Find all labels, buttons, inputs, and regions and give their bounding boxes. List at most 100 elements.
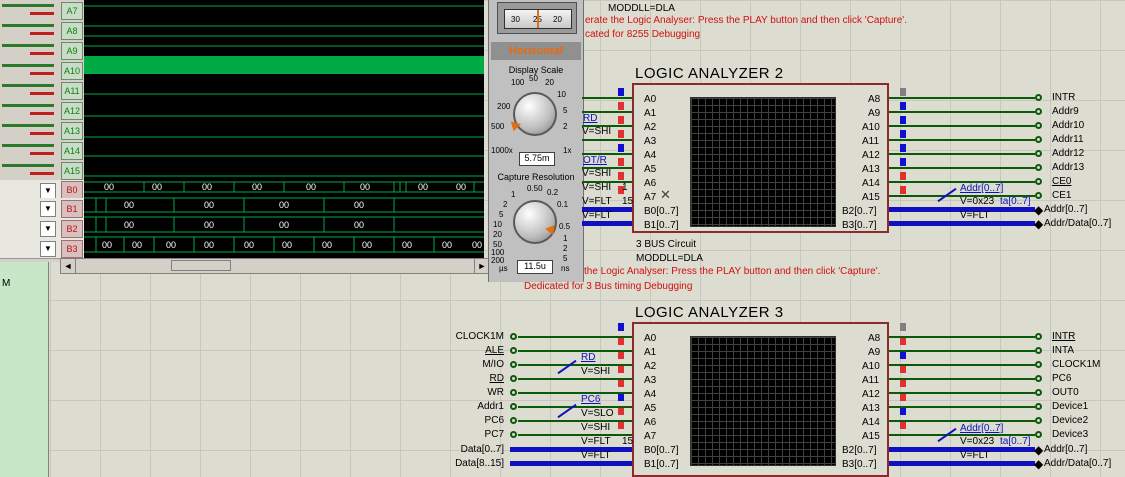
terminal-icon[interactable] xyxy=(1035,389,1042,396)
terminal-icon[interactable] xyxy=(1035,94,1042,101)
probe-label[interactable]: OT/R xyxy=(583,155,607,166)
bus-terminal-icon[interactable]: ◆ xyxy=(1034,217,1043,231)
terminal-icon[interactable] xyxy=(510,361,517,368)
chevron-down-icon[interactable]: ▼ xyxy=(40,241,56,257)
terminal-icon[interactable] xyxy=(510,375,517,382)
bus-tag[interactable]: B3 xyxy=(61,240,83,258)
bus-tag[interactable]: B1 xyxy=(61,200,83,218)
terminal-icon[interactable] xyxy=(1035,403,1042,410)
scroll-left-icon[interactable]: ◄ xyxy=(61,259,76,273)
channel-tag[interactable]: A14 xyxy=(61,142,83,160)
scale-tick: 2 xyxy=(563,122,568,131)
net-label: Device3 xyxy=(1052,429,1089,440)
channel-row[interactable]: A15 xyxy=(0,160,84,181)
probe-label[interactable]: Addr[0..7] xyxy=(960,183,1003,194)
vertical-dial[interactable]: 30 25 20 xyxy=(497,2,577,34)
chevron-down-icon[interactable]: ▼ xyxy=(40,183,56,199)
chevron-down-icon[interactable]: ▼ xyxy=(40,221,56,237)
channel-tag[interactable]: A8 xyxy=(61,22,83,40)
capture-resolution-dial[interactable]: 0.50 0.2 0.1 1 2 5 10 20 50 100 200 0.5 … xyxy=(491,184,573,265)
logic-analyzer-2[interactable]: A0 A1 A2 A3 A4 A5 A6 A7 B0[0..7] B1[0..7… xyxy=(632,83,889,233)
logic-analyzer-3[interactable]: A0 A1 A2 A3 A4 A5 A6 A7 B0[0..7] B1[0..7… xyxy=(632,322,889,477)
channel-row[interactable]: A13 xyxy=(0,120,84,141)
terminal-icon[interactable] xyxy=(1035,347,1042,354)
bus-value: 00 xyxy=(252,182,262,192)
display-scale-value: 5.75m xyxy=(519,152,555,166)
terminal-icon[interactable] xyxy=(510,431,517,438)
terminal-icon[interactable] xyxy=(1035,431,1042,438)
terminal-icon[interactable] xyxy=(510,417,517,424)
terminal-icon[interactable] xyxy=(1035,333,1042,340)
pin-label: A14 xyxy=(862,178,880,189)
pin-label: B2[0..7] xyxy=(842,206,877,217)
channel-row[interactable]: A7 xyxy=(0,0,84,21)
display-scale-dial[interactable]: 100 50 20 10 5 2 1x 1000x 500 200 xyxy=(491,74,573,155)
channel-tag[interactable]: A10 xyxy=(61,62,83,80)
terminal-icon[interactable] xyxy=(1035,375,1042,382)
pin-label: B1[0..7] xyxy=(644,220,679,231)
terminal-icon[interactable] xyxy=(1035,136,1042,143)
probe-label[interactable]: RD xyxy=(581,352,595,363)
terminal-icon[interactable] xyxy=(1035,178,1042,185)
channel-row[interactable]: A14 xyxy=(0,140,84,161)
display-scale-knob[interactable] xyxy=(513,92,557,136)
wire xyxy=(889,420,1035,422)
scroll-right-icon[interactable]: ► xyxy=(474,259,489,273)
probe-label[interactable]: Addr[0..7] xyxy=(960,423,1003,434)
terminal-icon[interactable] xyxy=(510,403,517,410)
channel-tag[interactable]: A15 xyxy=(61,162,83,180)
resolution-tick: 5 xyxy=(499,210,504,219)
channel-tag[interactable]: A11 xyxy=(61,82,83,100)
channel-row[interactable]: A11 xyxy=(0,80,84,101)
signal-high-band xyxy=(84,56,484,74)
bus-row[interactable]: ▼ B0 xyxy=(0,180,84,199)
pin-label: A9 xyxy=(868,108,881,119)
channel-tag[interactable]: A7 xyxy=(61,2,83,20)
bus-tag[interactable]: B2 xyxy=(61,220,83,238)
bus-value: 00 xyxy=(442,240,452,250)
bus-value: 00 xyxy=(322,240,332,250)
pin-state-indicator xyxy=(900,186,906,194)
channel-row[interactable]: A12 xyxy=(0,100,84,121)
channel-trace xyxy=(2,24,54,27)
pin-state-indicator xyxy=(900,158,906,166)
probe-label: V=SHI xyxy=(581,422,611,433)
terminal-icon[interactable] xyxy=(1035,417,1042,424)
channel-tag[interactable]: A13 xyxy=(61,122,83,140)
terminal-icon[interactable] xyxy=(510,389,517,396)
waveform-display[interactable]: 00 00 00 00 00 00 00 00 00 00 00 00 00 0… xyxy=(84,0,484,258)
model-label: MODDLL=DLA xyxy=(636,253,703,264)
probe-label: 15 xyxy=(622,196,634,207)
bus-terminal-icon[interactable]: ◆ xyxy=(1034,203,1043,217)
horizontal-scrollbar[interactable]: ◄ ► xyxy=(60,258,490,274)
bus-row[interactable]: ▼ B3 xyxy=(0,238,84,259)
terminal-icon[interactable] xyxy=(1035,361,1042,368)
probe-label[interactable]: RD xyxy=(583,113,597,124)
chevron-down-icon[interactable]: ▼ xyxy=(40,201,56,217)
channel-tag[interactable]: A9 xyxy=(61,42,83,60)
bus-terminal-icon[interactable]: ◆ xyxy=(1034,443,1043,457)
channel-row[interactable]: A10 xyxy=(0,60,84,81)
terminal-icon[interactable] xyxy=(1035,122,1042,129)
terminal-icon[interactable] xyxy=(1035,150,1042,157)
terminal-icon[interactable] xyxy=(1035,108,1042,115)
terminal-icon[interactable] xyxy=(510,333,517,340)
scrollbar-thumb[interactable] xyxy=(171,260,231,271)
net-label: Addr10 xyxy=(1052,120,1085,131)
bus-terminal-icon[interactable]: ◆ xyxy=(1034,457,1043,471)
terminal-icon[interactable] xyxy=(510,347,517,354)
bus-row[interactable]: ▼ B2 xyxy=(0,218,84,239)
resolution-tick: 1 xyxy=(511,190,516,199)
net-label: Addr11 xyxy=(1052,134,1084,145)
channel-row[interactable]: A9 xyxy=(0,40,84,61)
probe-label: V=SHI xyxy=(582,126,612,137)
pin-state-indicator xyxy=(900,144,906,152)
terminal-icon[interactable] xyxy=(1035,164,1042,171)
terminal-icon[interactable] xyxy=(1035,192,1042,199)
channel-tag[interactable]: A12 xyxy=(61,102,83,120)
bus-tag[interactable]: B0 xyxy=(61,181,83,199)
probe-label[interactable]: PC6 xyxy=(581,394,600,405)
bus-row[interactable]: ▼ B1 xyxy=(0,198,84,219)
channel-row[interactable]: A8 xyxy=(0,20,84,41)
horizontal-section-header: Horizontal xyxy=(491,42,581,60)
